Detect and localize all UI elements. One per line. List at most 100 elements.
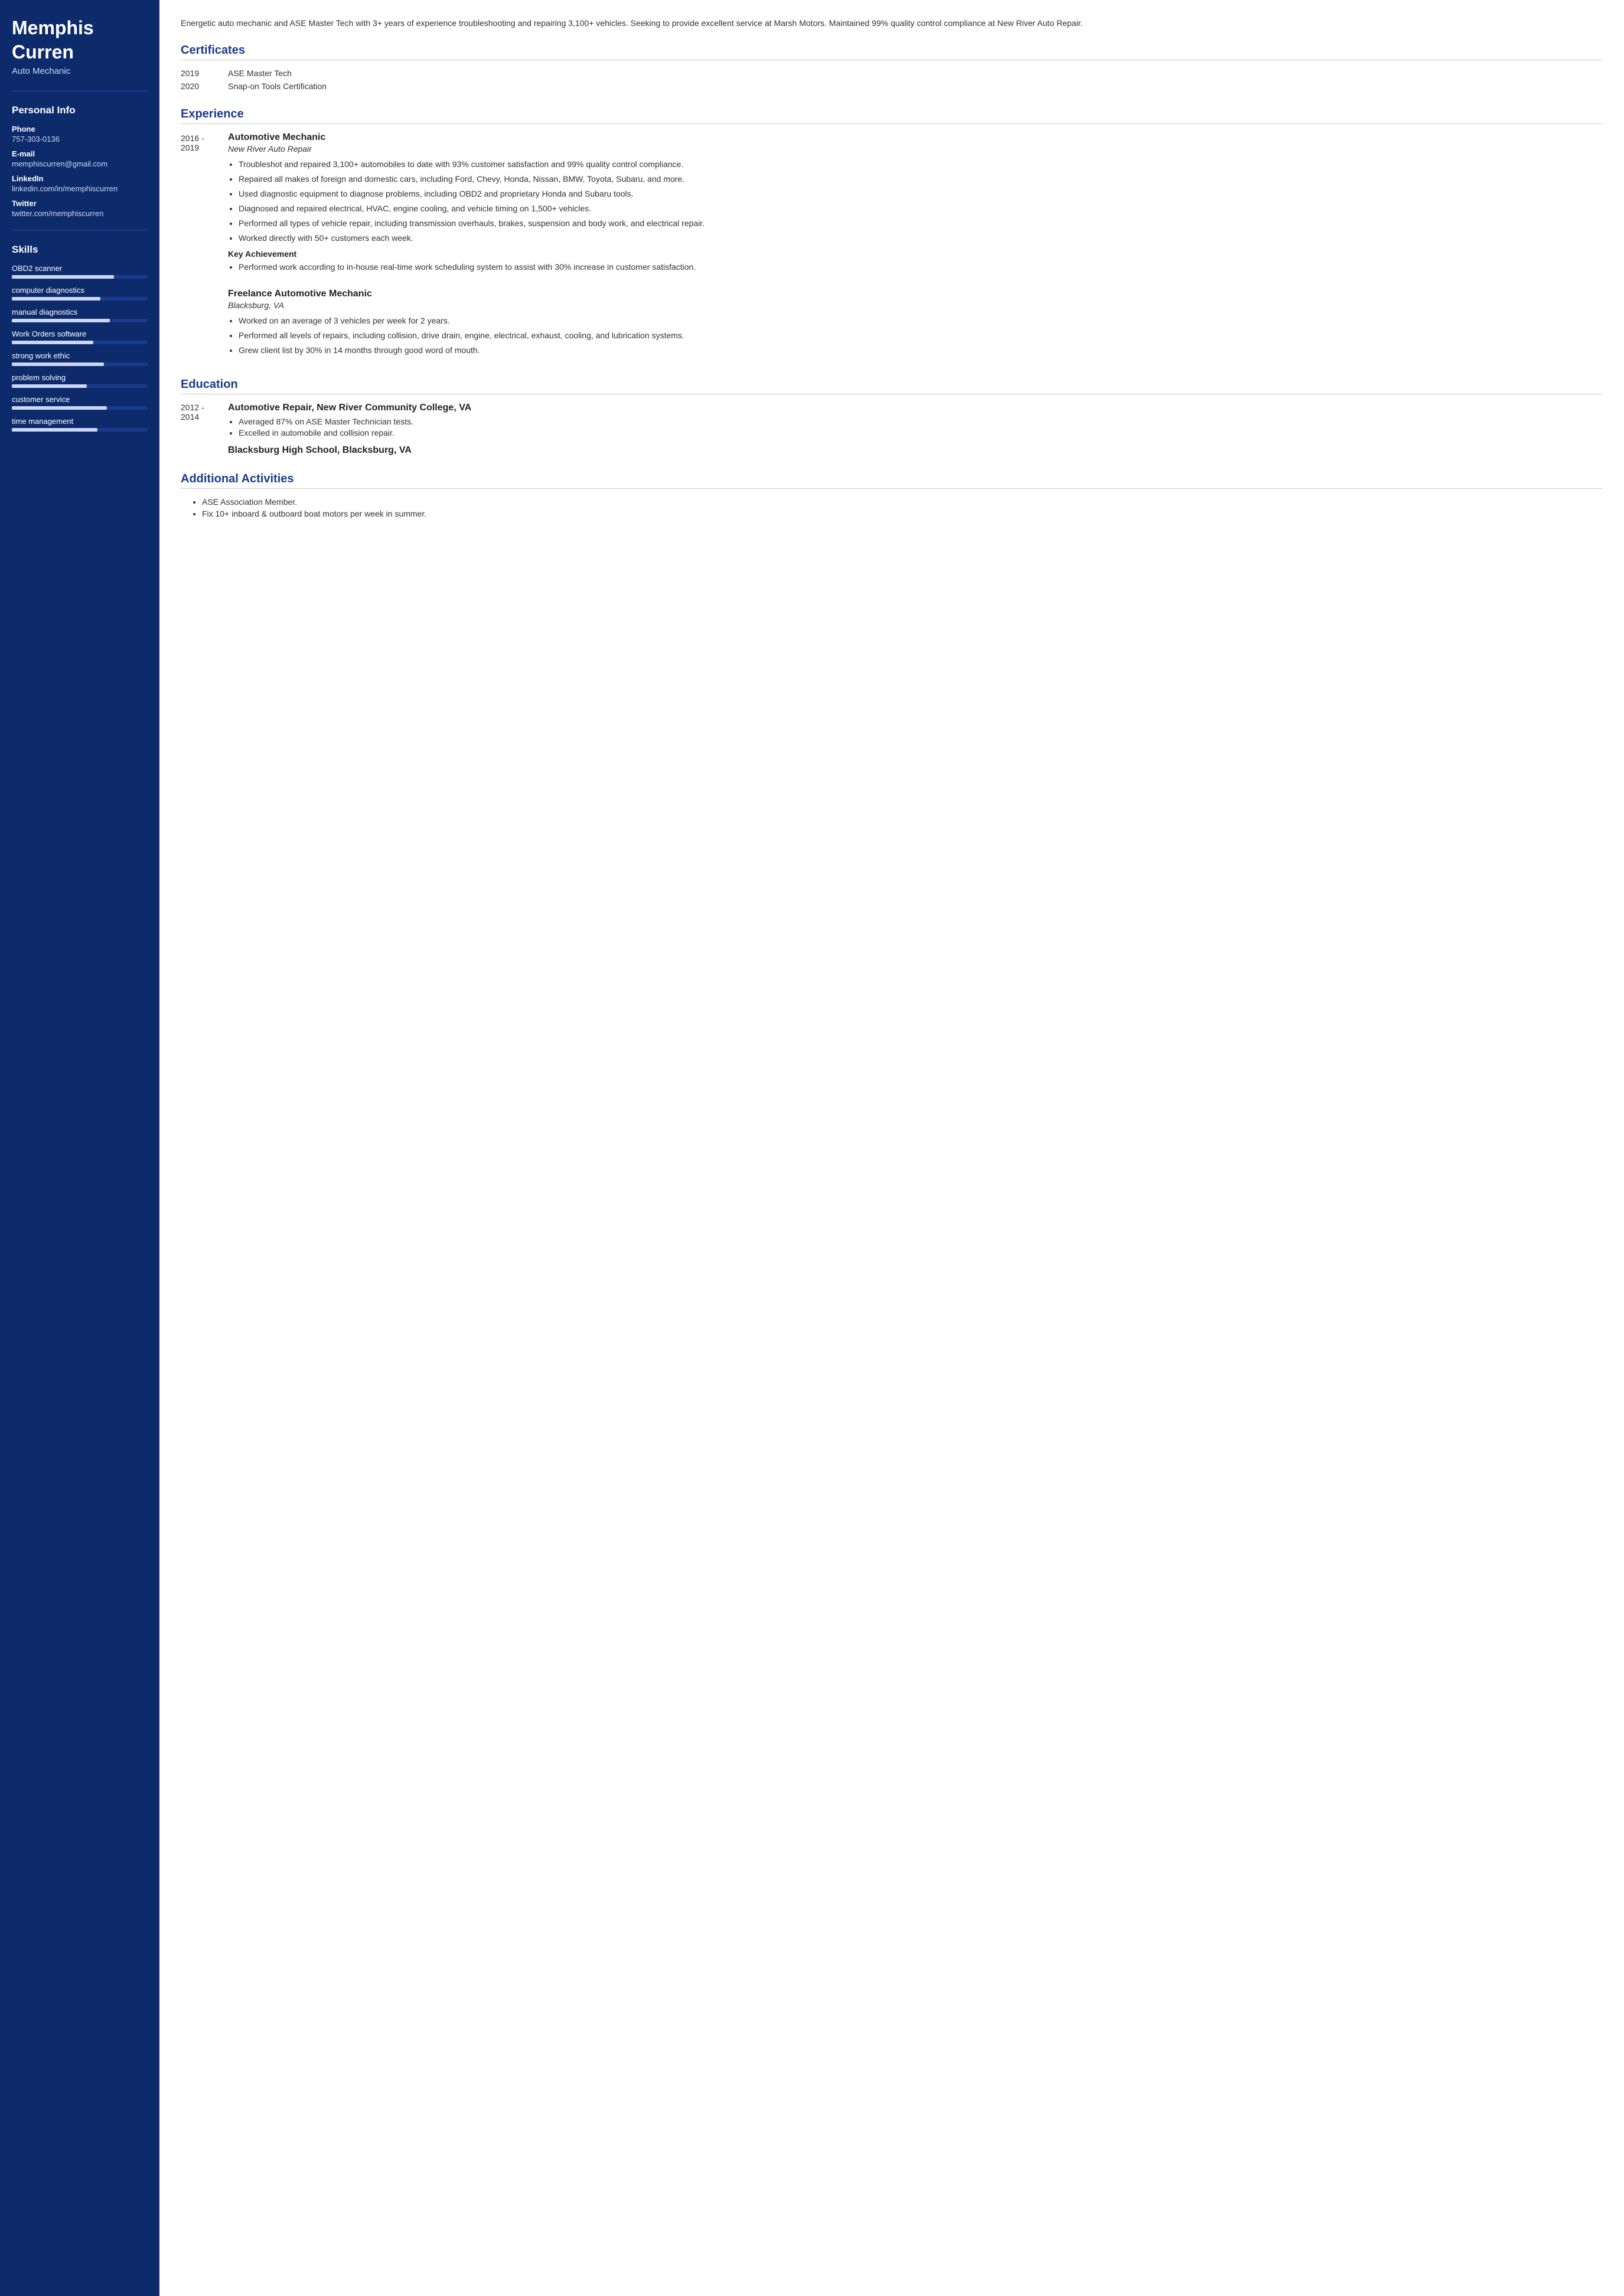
skill-item: OBD2 scanner [12,264,148,279]
additional-heading: Additional Activities [181,472,1603,489]
skill-name: problem solving [12,373,148,382]
skill-bar-fill [12,384,87,388]
skill-bar-bg [12,275,148,279]
skill-bar-fill [12,406,107,410]
exp-bullet: Grew client list by 30% in 14 months thr… [239,344,1603,357]
additional-bullet: ASE Association Member. [202,497,1603,507]
additional-list: ASE Association Member. Fix 10+ inboard &… [181,497,1603,518]
phone-value: 757-303-0136 [12,135,148,143]
skill-item: computer diagnostics [12,286,148,301]
personal-info-heading: Personal Info [12,104,148,116]
email-value: memphiscurren@gmail.com [12,159,148,168]
exp-title: Automotive Mechanic [228,132,1603,143]
skills-section: Skills OBD2 scanner computer diagnostics m… [12,230,148,432]
cert-row: 2020Snap-on Tools Certification [181,81,1603,91]
linkedin-label: LinkedIn [12,174,148,183]
skill-item: customer service [12,395,148,410]
exp-bullet: Worked directly with 50+ customers each … [239,232,1603,244]
skill-name: Work Orders software [12,329,148,338]
skill-bar-fill [12,428,97,432]
edu-bullets: Averaged 87% on ASE Master Technician te… [228,417,1603,437]
skill-name: computer diagnostics [12,286,148,295]
experience-heading: Experience [181,107,1603,124]
skill-bar-bg [12,362,148,366]
skills-list: OBD2 scanner computer diagnostics manual d… [12,264,148,432]
experience-block: Freelance Automotive Mechanic Blacksburg,… [181,289,1603,361]
cert-year: 2020 [181,81,228,91]
summary: Energetic auto mechanic and ASE Master T… [181,17,1603,30]
skill-name: OBD2 scanner [12,264,148,273]
linkedin-value: linkedin.com/in/memphiscurren [12,184,148,193]
key-achievement-bullets: Performed work according to in-house rea… [228,261,1603,273]
exp-bullet: Worked on an average of 3 vehicles per w… [239,315,1603,327]
skill-item: strong work ethic [12,351,148,366]
twitter-value: twitter.com/memphiscurren [12,209,148,218]
key-achievement-bullet: Performed work according to in-house rea… [239,261,1603,273]
experience-block: 2016 - 2019Automotive MechanicNew River … [181,132,1603,278]
education-section: Education 2012 - 2014Automotive Repair, … [181,378,1603,456]
exp-title: Freelance Automotive Mechanic [228,289,1603,299]
certificates-section: Certificates 2019ASE Master Tech2020Snap… [181,44,1603,91]
skill-name: customer service [12,395,148,404]
cert-row: 2019ASE Master Tech [181,68,1603,78]
exp-bullets: Troubleshot and repaired 3,100+ automobi… [228,158,1603,244]
skill-bar-bg [12,384,148,388]
name-line1: Memphis [12,18,148,38]
exp-details: Freelance Automotive Mechanic Blacksburg,… [228,289,1603,361]
education-row: 2012 - 2014Automotive Repair, New River … [181,403,1603,439]
experience-section: Experience 2016 - 2019Automotive Mechani… [181,107,1603,361]
sidebar: Memphis Curren Auto Mechanic Personal In… [0,0,159,2296]
cert-year: 2019 [181,68,228,78]
cert-name: ASE Master Tech [228,68,292,78]
skill-bar-fill [12,275,114,279]
exp-bullet: Performed all types of vehicle repair, i… [239,217,1603,230]
skill-bar-fill [12,319,110,322]
exp-company: New River Auto Repair [228,144,1603,153]
skill-bar-fill [12,341,93,344]
additional-section: Additional Activities ASE Association Me… [181,472,1603,518]
sidebar-name: Memphis Curren [12,18,148,63]
skill-bar-fill [12,362,104,366]
edu-school2: Blacksburg High School, Blacksburg, VA [228,445,1603,456]
exp-bullets: Worked on an average of 3 vehicles per w… [228,315,1603,357]
exp-bullet: Troubleshot and repaired 3,100+ automobi… [239,158,1603,171]
education-heading: Education [181,378,1603,394]
skill-item: time management [12,417,148,432]
exp-bullet: Repaired all makes of foreign and domest… [239,173,1603,185]
skill-name: time management [12,417,148,426]
edu-title: Automotive Repair, New River Community C… [228,403,1603,413]
education-list: 2012 - 2014Automotive Repair, New River … [181,403,1603,456]
email-label: E-mail [12,149,148,158]
skill-name: strong work ethic [12,351,148,360]
skill-name: manual diagnostics [12,308,148,316]
experience-list: 2016 - 2019Automotive MechanicNew River … [181,132,1603,361]
name-line2: Curren [12,42,148,63]
main-content: Energetic auto mechanic and ASE Master T… [159,0,1624,2296]
phone-label: Phone [12,125,148,133]
skill-bar-bg [12,319,148,322]
edu-details: Automotive Repair, New River Community C… [228,403,1603,439]
twitter-label: Twitter [12,199,148,208]
additional-bullet: Fix 10+ inboard & outboard boat motors p… [202,509,1603,518]
skill-item: Work Orders software [12,329,148,344]
personal-info-section: Personal Info Phone 757-303-0136 E-mail … [12,90,148,218]
exp-company: Blacksburg, VA [228,301,1603,310]
exp-bullet: Used diagnostic equipment to diagnose pr… [239,188,1603,200]
skill-item: problem solving [12,373,148,388]
certificates-list: 2019ASE Master Tech2020Snap-on Tools Cer… [181,68,1603,91]
certificates-heading: Certificates [181,44,1603,60]
cert-name: Snap-on Tools Certification [228,81,327,91]
exp-details: Automotive MechanicNew River Auto Repair… [228,132,1603,278]
skill-bar-fill [12,297,100,301]
edu-dates: 2012 - 2014 [181,403,228,439]
exp-bullet: Performed all levels of repairs, includi… [239,329,1603,342]
skill-bar-bg [12,428,148,432]
key-achievement-label: Key Achievement [228,249,1603,259]
edu-bullet: Averaged 87% on ASE Master Technician te… [239,417,1603,426]
exp-dates [181,289,228,361]
skill-bar-bg [12,406,148,410]
job-title: Auto Mechanic [12,66,148,76]
skills-heading: Skills [12,244,148,256]
edu-bullet: Excelled in automobile and collision rep… [239,428,1603,437]
skill-bar-bg [12,297,148,301]
